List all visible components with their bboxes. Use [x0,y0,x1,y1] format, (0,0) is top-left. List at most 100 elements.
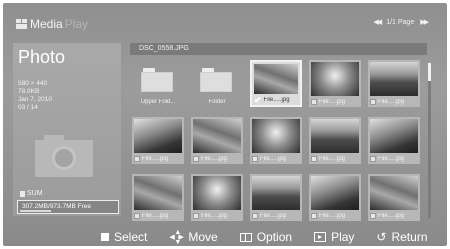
storage-status: 307.2MB/973.7MB Free [17,200,119,214]
photo-tile[interactable]: File.....jpg [368,60,420,107]
play-control[interactable]: Play [314,230,354,244]
filename-text: DSC_0558.JPG [139,45,189,52]
folder-tile[interactable]: Folder [191,60,243,107]
storage-bar [20,210,51,212]
tile-caption: File.....jpg [370,97,418,106]
control-bar: Select ▲ ◀ ▶ ▼ Move Option Play ↺ Return [3,228,447,246]
tile-caption: File.....jpg [370,154,418,163]
file-resolution: 580 × 440 [18,80,48,87]
camera-icon [35,135,93,177]
enter-icon [314,232,327,242]
tile-caption: File.....jpg [134,211,182,220]
folder-tile[interactable]: Upper Fold... [132,60,184,107]
photo-tile[interactable]: File.....jpg [191,117,243,164]
info-panel: Photo 580 × 440 78.0KB Jan 7, 2010 03 / … [13,43,121,216]
tile-label: File.....jpg [260,155,287,162]
tile-label: File.....jpg [319,212,346,219]
direction-pad-icon: ▲ ◀ ▶ ▼ [169,229,184,246]
tile-caption: File.....jpg [370,211,418,220]
media-logo-icon [16,19,28,29]
tile-caption: File.....jpg [193,154,241,163]
photo-tile[interactable]: File.....jpg [250,117,302,164]
photo-tile[interactable]: File.....jpg [132,117,184,164]
filename-bar: DSC_0558.JPG [130,43,427,55]
checkbox-icon[interactable] [370,212,376,219]
tile-label: File.....jpg [263,96,290,103]
file-position: 03 / 14 [18,104,38,111]
stop-button-icon [101,233,109,241]
checkmark-icon[interactable]: ✔ [254,95,262,104]
photo-tile[interactable]: File.....jpg [309,174,361,221]
file-date: Jan 7, 2010 [18,96,52,103]
storage-text: 307.2MB/973.7MB Free [22,203,92,210]
photo-thumbnail [311,176,359,210]
move-control[interactable]: ▲ ◀ ▶ ▼ Move [169,229,218,246]
tile-label: Folder [208,98,226,105]
photo-tile[interactable]: ✔ File.....jpg [250,60,302,107]
checkbox-icon[interactable] [252,155,258,162]
device-label: SUM [20,190,43,197]
checkbox-icon[interactable] [370,98,376,105]
scrollbar[interactable] [428,63,431,218]
option-control[interactable]: Option [239,230,292,244]
checkbox-icon[interactable] [134,155,140,162]
tile-caption: Folder [193,97,241,106]
tile-label: File.....jpg [378,212,405,219]
photo-thumbnail [370,62,418,96]
tile-label: Upper Fold... [140,98,176,105]
tile-label: File.....jpg [142,155,169,162]
photo-tile[interactable]: File.....jpg [132,174,184,221]
checkbox-icon[interactable] [193,212,199,219]
tile-caption: File.....jpg [252,211,300,220]
photo-tile[interactable]: File.....jpg [250,174,302,221]
tile-caption: ✔ File.....jpg [254,95,298,104]
tile-caption: File.....jpg [252,154,300,163]
photo-tile[interactable]: File.....jpg [309,60,361,107]
page-indicator-text: 1/1 Page [386,18,415,26]
file-info: 580 × 440 78.0KB Jan 7, 2010 03 / 14 [18,80,52,112]
media-play-logo: Media Play [16,17,88,31]
photo-thumbnail [193,119,241,153]
select-label: Select [114,230,148,244]
photo-thumbnail [370,119,418,153]
media-play-screen: Media Play ◀◀ 1/1 Page ▶▶ Photo 580 × 44… [3,3,447,246]
play-label: Play [331,230,355,244]
photo-thumbnail [134,176,182,210]
photo-thumbnail [252,176,300,210]
tile-caption: Upper Fold... [134,97,182,106]
tile-caption: File.....jpg [134,154,182,163]
checkbox-icon[interactable] [370,155,376,162]
photo-tile[interactable]: File.....jpg [309,117,361,164]
checkbox-icon[interactable] [311,212,317,219]
page-indicator: ◀◀ 1/1 Page ▶▶ [373,18,429,27]
photo-thumbnail [254,64,298,94]
checkbox-icon[interactable] [311,155,317,162]
tile-label: File.....jpg [378,155,405,162]
photo-tile[interactable]: File.....jpg [368,174,420,221]
tile-caption: File.....jpg [193,211,241,220]
prev-page-icon[interactable]: ◀◀ [373,18,382,26]
device-icon [20,190,25,197]
tile-caption: File.....jpg [311,97,359,106]
photo-tile[interactable]: File.....jpg [191,174,243,221]
logo-play-text: Play [64,17,89,31]
tile-caption: File.....jpg [311,154,359,163]
checkbox-icon[interactable] [134,212,140,219]
checkbox-icon[interactable] [311,98,317,105]
section-title: Photo [18,47,66,67]
photo-tile[interactable]: File.....jpg [368,117,420,164]
move-label: Move [188,230,218,244]
photo-thumbnail [134,119,182,153]
scrollbar-thumb[interactable] [428,63,431,81]
tile-label: File.....jpg [201,212,228,219]
tile-label: File.....jpg [319,155,346,162]
checkbox-icon[interactable] [193,155,199,162]
checkbox-icon[interactable] [252,212,258,219]
photo-thumbnail [252,119,300,153]
folder-icon [200,68,232,92]
photo-thumbnail [311,119,359,153]
next-page-icon[interactable]: ▶▶ [420,18,429,26]
logo-media-text: Media [30,17,63,31]
return-control[interactable]: ↺ Return [376,230,427,244]
select-control[interactable]: Select [101,230,147,244]
